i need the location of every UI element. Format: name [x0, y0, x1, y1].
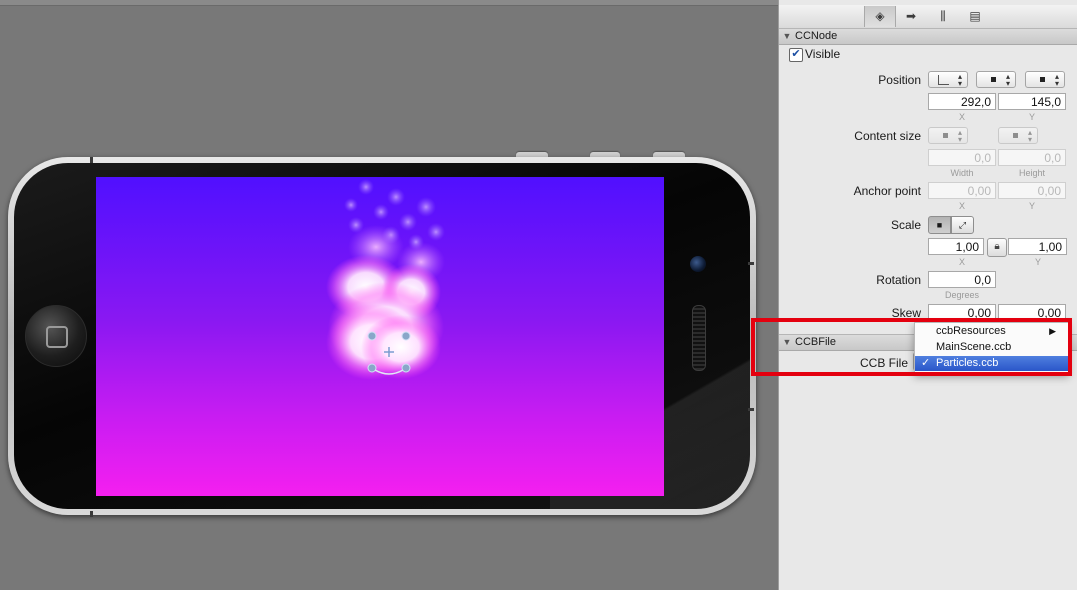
position-x-unit-popup[interactable]: ▴ ▾	[976, 71, 1016, 88]
editor-canvas[interactable]	[0, 0, 778, 590]
anchor-y-caption: Y	[1028, 201, 1035, 211]
checkmark-icon: ✔	[791, 48, 801, 60]
canvas-top-border	[0, 0, 778, 6]
rotation-label: Rotation	[876, 273, 921, 287]
unit-dot-icon	[1040, 77, 1045, 82]
skew-label: Skew	[891, 306, 921, 320]
corner-reference-icon	[938, 75, 949, 85]
position-label: Position	[878, 73, 921, 87]
content-width-unit-popup[interactable]: ▴ ▾	[928, 127, 968, 144]
popup-arrows-icon: ▴ ▾	[1027, 128, 1032, 144]
scale-expand-icon[interactable]: ⤢	[951, 216, 974, 234]
position-x-input[interactable]: 292,0	[928, 93, 996, 110]
particle-system[interactable]	[96, 177, 664, 496]
position-y-caption: Y	[1028, 112, 1035, 122]
device-edge-notch	[748, 408, 754, 411]
layers-icon[interactable]: ▤	[960, 6, 990, 27]
ccb-file-label: CCB File	[859, 356, 908, 370]
unit-dot-icon	[991, 77, 996, 82]
anchor-x-caption: X	[958, 201, 965, 211]
content-width-input[interactable]: 0,0	[928, 149, 996, 166]
checkmark-icon: ✓	[921, 357, 931, 369]
popup-arrows-icon: ▴ ▾	[1054, 72, 1059, 88]
popup-arrows-icon: ▴ ▾	[957, 72, 962, 88]
anchor-x-input[interactable]: 0,00	[928, 182, 996, 199]
ccbfile-section-title: CCBFile	[795, 336, 836, 348]
speaker-grille	[692, 305, 706, 371]
skew-x-input[interactable]: 0,00	[928, 304, 996, 321]
ccnode-section-title: CCNode	[795, 30, 838, 42]
position-y-input[interactable]: 145,0	[998, 93, 1066, 110]
visible-checkbox[interactable]: ✔	[789, 48, 803, 62]
inspector-tab-bar: ◈ ➡ ⫼ ▤	[779, 5, 1077, 29]
sliders-icon[interactable]: ⫼	[928, 6, 958, 27]
rotation-input[interactable]: 0,0	[928, 271, 996, 288]
scale-x-caption: X	[958, 257, 965, 267]
position-type-popup[interactable]: ▴ ▾	[928, 71, 968, 88]
ccb-file-dropdown-menu[interactable]: ccbResources ▶ MainScene.ccb ✓ Particles…	[914, 322, 1069, 374]
scale-uniform-toggle[interactable]: ■	[928, 216, 951, 234]
rotation-caption: Degrees	[944, 290, 980, 300]
scene-viewport[interactable]	[96, 177, 664, 496]
disclosure-triangle-icon[interactable]: ▼	[779, 29, 795, 44]
position-y-unit-popup[interactable]: ▴ ▾	[1025, 71, 1065, 88]
lock-icon[interactable]: 🔒︎	[987, 238, 1007, 257]
content-height-input[interactable]: 0,0	[998, 149, 1066, 166]
menu-item-label: MainScene.ccb	[936, 341, 1012, 353]
menu-item-label: ccbResources	[936, 325, 1006, 337]
device-edge-notch	[90, 157, 93, 163]
menu-item-mainscene[interactable]: MainScene.ccb	[915, 340, 1068, 355]
scale-y-input[interactable]: 1,00	[1008, 238, 1067, 255]
camera-icon	[690, 256, 706, 272]
arrow-right-circle-icon[interactable]: ➡	[896, 6, 926, 27]
content-height-unit-popup[interactable]: ▴ ▾	[998, 127, 1038, 144]
skew-y-input[interactable]: 0,00	[998, 304, 1066, 321]
scale-label: Scale	[890, 218, 921, 232]
popup-arrows-icon: ▴ ▾	[957, 128, 962, 144]
unit-dot-icon	[943, 133, 948, 138]
node-properties-icon[interactable]: ◈	[864, 6, 896, 27]
visible-label: Visible	[805, 47, 841, 61]
menu-item-label: Particles.ccb	[936, 357, 999, 369]
disclosure-triangle-icon[interactable]: ▼	[779, 335, 795, 350]
content-height-caption: Height	[1018, 168, 1045, 178]
content-width-caption: Width	[950, 168, 974, 178]
anchor-y-input[interactable]: 0,00	[998, 182, 1066, 199]
scale-x-input[interactable]: 1,00	[928, 238, 984, 255]
submenu-arrow-icon: ▶	[1049, 326, 1056, 336]
ccnode-section-header[interactable]: ▼ CCNode	[779, 28, 1077, 45]
content-size-label: Content size	[854, 129, 921, 143]
device-edge-notch	[748, 262, 754, 265]
particle-glow	[326, 225, 445, 380]
menu-item-ccbresources[interactable]: ccbResources ▶	[915, 324, 1068, 339]
scale-y-caption: Y	[1034, 257, 1041, 267]
inspector-panel: ◈ ➡ ⫼ ▤ ▼ CCNode ✔ Visible Position ▴ ▾ ▴ ▾…	[778, 0, 1077, 590]
unit-dot-icon	[1013, 133, 1018, 138]
device-edge-notch	[90, 511, 93, 517]
menu-item-particles[interactable]: ✓ Particles.ccb	[915, 356, 1068, 371]
position-x-caption: X	[958, 112, 965, 122]
home-button-icon	[25, 305, 87, 367]
anchor-point-label: Anchor point	[853, 184, 921, 198]
popup-arrows-icon: ▴ ▾	[1005, 72, 1010, 88]
